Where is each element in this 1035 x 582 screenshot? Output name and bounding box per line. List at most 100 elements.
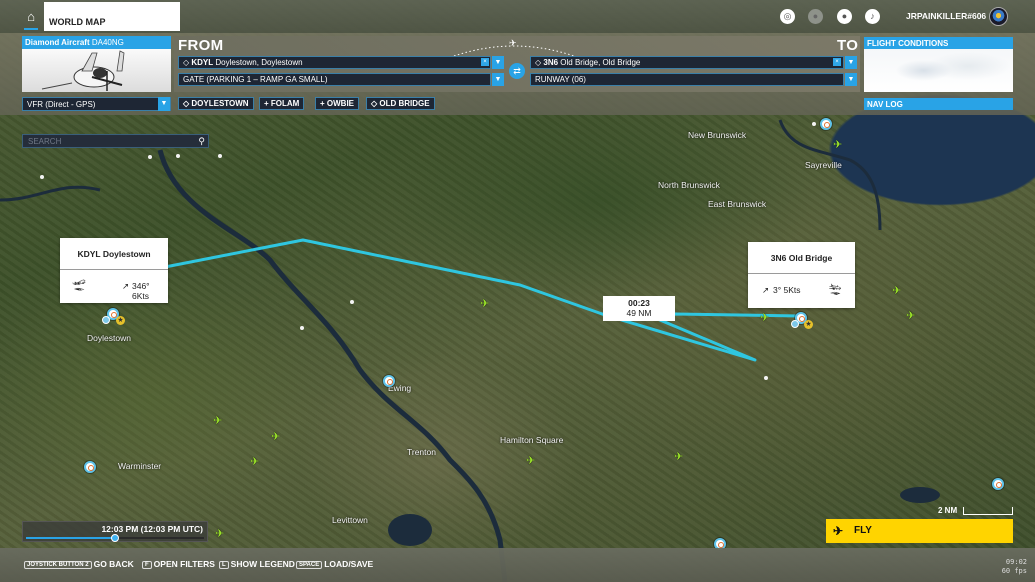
hint-open-filters[interactable]: F OPEN FILTERS xyxy=(142,559,215,569)
arrival-popup-title: 3N6 Old Bridge xyxy=(748,242,855,274)
weather-preview-image xyxy=(864,49,1013,92)
poi-dot[interactable] xyxy=(40,175,44,179)
clear-arrival-icon[interactable]: × xyxy=(833,58,841,66)
poi-plane-icon[interactable]: ✈ xyxy=(674,452,683,463)
avatar[interactable] xyxy=(989,7,1008,26)
search-icon[interactable]: ⚲ xyxy=(198,136,205,147)
poi-plane-icon[interactable]: ✈ xyxy=(833,140,842,151)
waypoint-chip[interactable]: + FOLAM xyxy=(259,97,305,110)
poi-plane-icon[interactable]: ✈ xyxy=(213,416,222,427)
waypoint-icon: ◇ xyxy=(183,99,190,108)
waypoint-label: OWBIE xyxy=(326,99,355,108)
poi-dot[interactable] xyxy=(350,300,354,304)
profile-icon[interactable]: ● xyxy=(837,9,852,24)
nav-log-button[interactable]: NAV LOG xyxy=(864,98,1013,110)
poi-plane-icon[interactable]: ✈ xyxy=(250,457,259,468)
waypoint-icon: + xyxy=(320,99,325,108)
poi-plane-icon[interactable]: ✈ xyxy=(892,286,901,297)
favorite-star-icon: ★ xyxy=(116,316,125,325)
leg-info-label[interactable]: 00:23 49 NM xyxy=(603,296,675,321)
poi-plane-icon[interactable]: ✈ xyxy=(271,432,280,443)
departure-spot-field[interactable]: GATE (PARKING 1 – RAMP GA SMALL) xyxy=(178,73,491,86)
hint-load-save[interactable]: SPACE LOAD/SAVE xyxy=(296,559,373,569)
leg-time: 00:23 xyxy=(628,298,650,308)
search-input[interactable] xyxy=(28,136,188,147)
aircraft-illustration xyxy=(41,50,125,91)
poi-dot[interactable] xyxy=(218,154,222,158)
airport-marker[interactable] xyxy=(992,478,1004,490)
flight-type-dropdown-icon[interactable]: ▼ xyxy=(158,97,170,111)
aircraft-model: DA40NG xyxy=(91,38,124,47)
time-of-day-panel: 12:03 PM (12:03 PM UTC) xyxy=(22,521,208,542)
aircraft-title: Diamond Aircraft DA40NG xyxy=(22,36,171,49)
hint-label: GO BACK xyxy=(93,559,134,569)
swap-icon[interactable]: ⇄ xyxy=(509,63,525,79)
clock: 09:02 xyxy=(1005,558,1027,566)
poi-dot[interactable] xyxy=(764,376,768,380)
arrival-code: 3N6 xyxy=(543,58,559,67)
arrival-wind: 3° 5Kts xyxy=(773,285,801,295)
takeoff-icon: ✈ xyxy=(833,524,844,538)
tab-world-map[interactable]: WORLD MAP xyxy=(44,2,180,31)
notifications-icon[interactable]: ♪ xyxy=(865,9,880,24)
departure-popup[interactable]: KDYL Doylestown 🛫︎ ↗ 346° 6Kts xyxy=(60,238,168,303)
departure-dropdown-icon[interactable]: ▼ xyxy=(492,56,504,69)
hint-show-legend[interactable]: L SHOW LEGEND xyxy=(219,559,295,569)
waypoint-chip[interactable]: ◇ DOYLESTOWN xyxy=(178,97,254,110)
arrival-airport-field[interactable]: ◇ 3N6 Old Bridge, Old Bridge xyxy=(530,56,844,69)
flight-conditions-title: FLIGHT CONDITIONS xyxy=(864,37,1013,49)
wind-arrow-icon: ↗ xyxy=(122,281,130,291)
poi-dot[interactable] xyxy=(176,154,180,158)
clear-departure-icon[interactable]: × xyxy=(481,58,489,66)
poi-plane-icon[interactable]: ✈ xyxy=(906,311,915,322)
hint-label: SHOW LEGEND xyxy=(230,559,295,569)
map-label: Warminster xyxy=(118,461,162,471)
friends-icon[interactable]: ● xyxy=(808,9,823,24)
airport-type-icon xyxy=(102,316,110,324)
waypoint-chip[interactable]: + OWBIE xyxy=(315,97,360,110)
map-label: New Brunswick xyxy=(688,130,747,140)
key-cap: JOYSTICK BUTTON 2 xyxy=(24,561,92,569)
departure-code: KDYL xyxy=(191,58,214,67)
status-readout: 09:02 60 fps xyxy=(1002,558,1027,576)
departure-spot: GATE (PARKING 1 – RAMP GA SMALL) xyxy=(183,75,328,84)
home-icon[interactable]: ⌂ xyxy=(22,9,40,30)
poi-plane-icon[interactable]: ✈ xyxy=(526,456,535,467)
activity-icon[interactable]: ◎ xyxy=(780,9,795,24)
map-label: East Brunswick xyxy=(708,199,767,209)
key-cap: L xyxy=(219,561,229,569)
arrival-popup[interactable]: 3N6 Old Bridge ↗ 3° 5Kts 🛬︎ xyxy=(748,242,855,308)
poi-dot[interactable] xyxy=(148,155,152,159)
arrival-spot-dropdown-icon[interactable]: ▼ xyxy=(845,73,857,86)
flight-type-value: VFR (Direct - GPS) xyxy=(27,100,96,109)
flight-conditions-button[interactable]: FLIGHT CONDITIONS xyxy=(864,37,1013,92)
departure-spot-dropdown-icon[interactable]: ▼ xyxy=(492,73,504,86)
waypoint-icon: + xyxy=(264,99,269,108)
poi-plane-icon[interactable]: ✈ xyxy=(480,299,489,310)
fps-counter: 60 fps xyxy=(1001,567,1027,575)
to-label: TO xyxy=(837,37,859,54)
flight-type-select[interactable]: VFR (Direct - GPS) xyxy=(22,97,171,111)
aircraft-selector[interactable]: Diamond Aircraft DA40NG xyxy=(22,36,171,92)
arrival-dropdown-icon[interactable]: ▼ xyxy=(845,56,857,69)
map-scale-bar xyxy=(963,507,1013,515)
waypoint-chip[interactable]: ◇ OLD BRIDGE xyxy=(366,97,435,110)
time-slider-thumb[interactable] xyxy=(111,534,119,542)
poi-plane-icon[interactable]: ✈ xyxy=(760,313,769,324)
hint-go-back[interactable]: JOYSTICK BUTTON 2 GO BACK xyxy=(24,559,134,569)
map-scale-label: 2 NM xyxy=(938,506,958,515)
fly-button[interactable]: ✈ FLY xyxy=(826,519,1013,543)
poi-dot[interactable] xyxy=(300,326,304,330)
departure-name: Doylestown, Doylestown xyxy=(215,58,303,67)
poi-dot[interactable] xyxy=(812,122,816,126)
arrival-spot-field[interactable]: RUNWAY (06) xyxy=(530,73,844,86)
airport-marker[interactable] xyxy=(383,375,395,387)
username[interactable]: JRPAINKILLER#606 xyxy=(906,11,986,21)
leg-distance: 49 NM xyxy=(626,308,652,318)
poi-plane-icon[interactable]: ✈ xyxy=(215,529,224,540)
airport-marker[interactable] xyxy=(820,118,832,130)
airport-marker[interactable] xyxy=(84,461,96,473)
time-slider[interactable] xyxy=(26,534,204,542)
search-box[interactable]: ⚲ xyxy=(22,134,209,148)
departure-airport-field[interactable]: ◇ KDYL Doylestown, Doylestown xyxy=(178,56,491,69)
